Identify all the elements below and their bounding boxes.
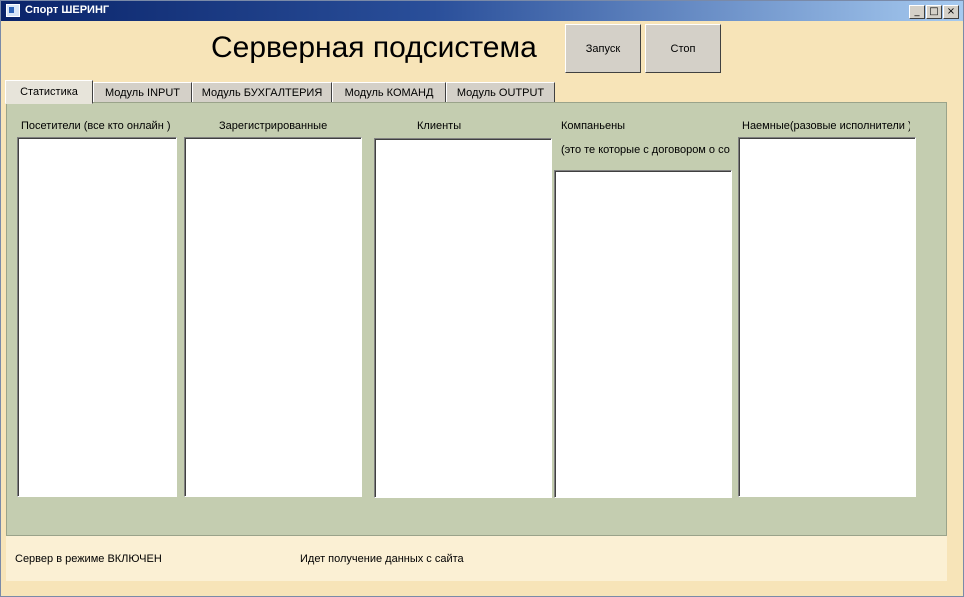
window-title: Спорт ШЕРИНГ: [25, 4, 110, 16]
stop-button[interactable]: Стоп: [645, 24, 721, 73]
minimize-button[interactable]: _: [909, 5, 925, 19]
statistics-panel: Посетители (все кто онлайн ) Зарегистрир…: [6, 102, 947, 536]
tab-module-output[interactable]: Модуль OUTPUT: [446, 82, 555, 103]
title-bar[interactable]: Спорт ШЕРИНГ _ □ ×: [1, 1, 963, 21]
app-window: Спорт ШЕРИНГ _ □ × Серверная подсистема …: [0, 0, 964, 597]
maximize-button[interactable]: □: [926, 5, 942, 19]
registered-list[interactable]: [184, 137, 362, 497]
tab-module-commands[interactable]: Модуль КОМАНД: [332, 82, 446, 103]
companions-label: Компаньены: [561, 120, 626, 132]
visitors-list[interactable]: [17, 137, 177, 497]
close-button[interactable]: ×: [943, 5, 959, 19]
companions-note: (это те которые с договором о со: [561, 144, 730, 156]
registered-label: Зарегистрированные: [219, 120, 328, 132]
app-icon: [6, 4, 20, 17]
start-button[interactable]: Запуск: [565, 24, 641, 73]
activity-status-text: Идет получение данных с сайта: [300, 553, 464, 565]
hired-label: Наемные(разовые исполнители ): [742, 120, 910, 132]
status-bar: Сервер в режиме ВКЛЮЧЕН Идет получение д…: [6, 536, 947, 581]
server-status-text: Сервер в режиме ВКЛЮЧЕН: [15, 553, 162, 565]
close-icon: ×: [946, 6, 956, 17]
visitors-label: Посетители (все кто онлайн ): [21, 120, 171, 132]
tab-module-accounting[interactable]: Модуль БУХГАЛТЕРИЯ: [192, 82, 332, 103]
hired-list[interactable]: [738, 137, 916, 497]
page-title: Серверная подсистема: [211, 31, 537, 64]
minimize-icon: _: [914, 6, 920, 17]
clients-label: Клиенты: [417, 120, 462, 132]
clients-list[interactable]: [374, 138, 552, 498]
tab-statistics[interactable]: Статистика: [5, 80, 93, 104]
maximize-icon: □: [929, 6, 939, 17]
companions-list[interactable]: [554, 170, 732, 498]
tab-module-input[interactable]: Модуль INPUT: [93, 82, 192, 103]
